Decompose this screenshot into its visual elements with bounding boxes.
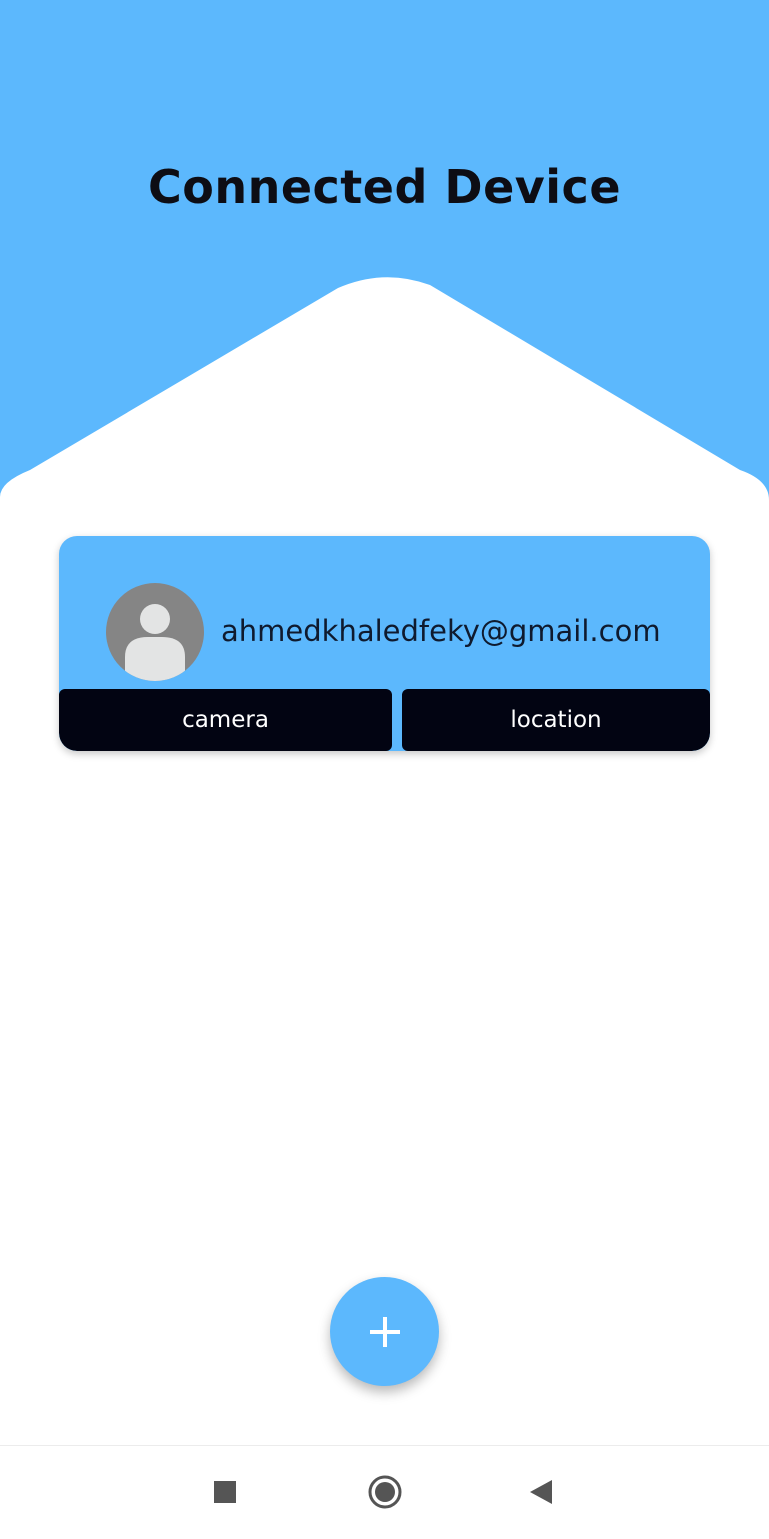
back-button[interactable] xyxy=(523,1474,559,1510)
camera-button-label: camera xyxy=(182,707,269,733)
device-email: ahmedkhaledfeky@gmail.com xyxy=(221,614,661,648)
recents-button[interactable] xyxy=(207,1474,243,1510)
camera-button[interactable]: camera xyxy=(59,689,392,751)
avatar xyxy=(106,583,204,681)
location-button-label: location xyxy=(510,707,602,733)
person-placeholder-icon xyxy=(106,583,204,681)
header-background xyxy=(0,0,769,500)
triangle-left-icon xyxy=(530,1480,552,1504)
page-title: Connected Device xyxy=(147,160,622,214)
home-button[interactable] xyxy=(367,1474,403,1510)
location-button[interactable]: location xyxy=(402,689,710,751)
connected-device-card[interactable]: ahmedkhaledfeky@gmail.com camera locatio… xyxy=(59,536,710,751)
circle-icon xyxy=(368,1475,402,1509)
square-icon xyxy=(214,1481,236,1503)
system-navigation-bar xyxy=(0,1445,769,1539)
plus-icon xyxy=(369,1316,400,1347)
add-device-button[interactable] xyxy=(330,1277,439,1386)
